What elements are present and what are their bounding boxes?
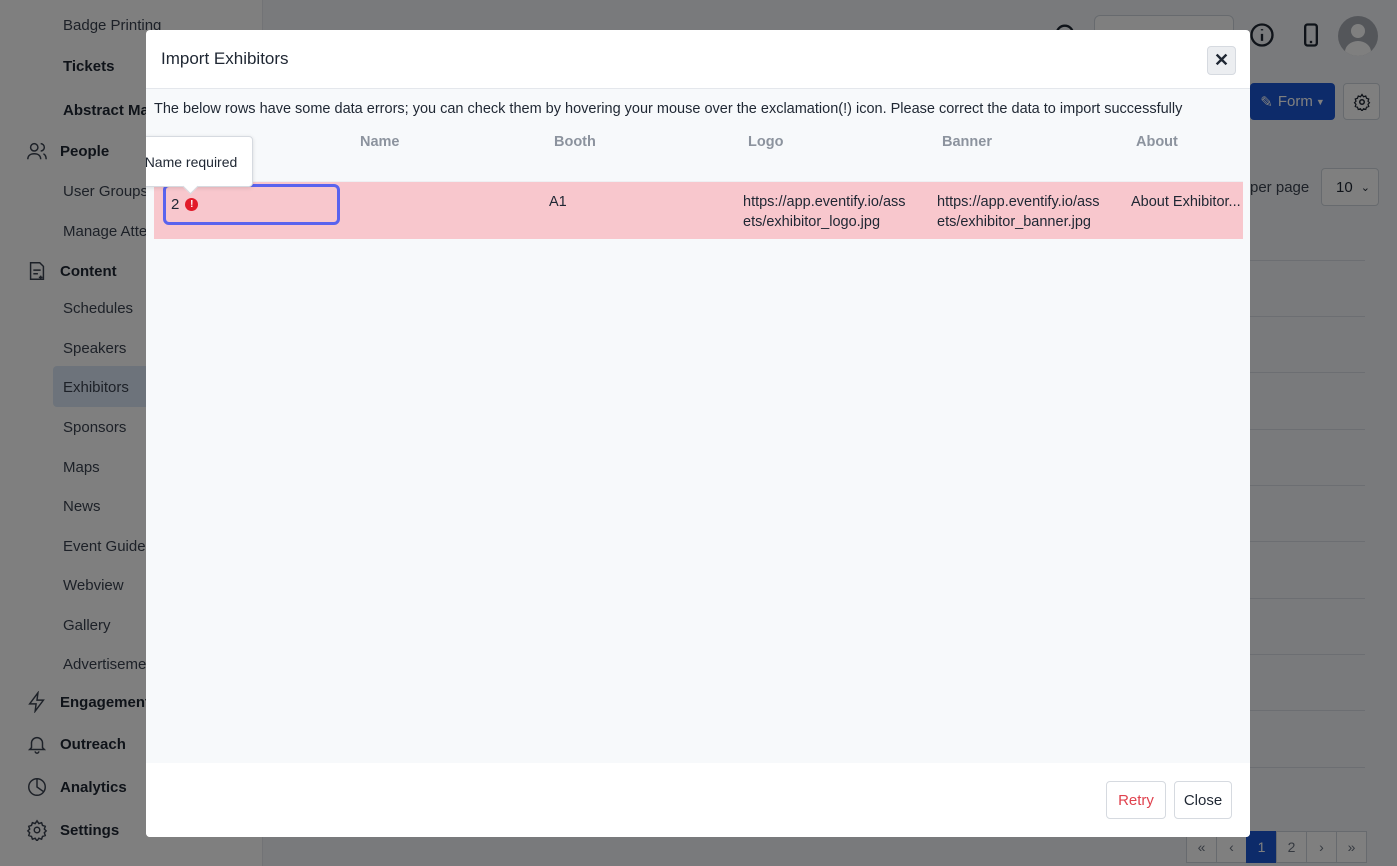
logo-cell: https://app.eventify.io/assets/exhibitor… xyxy=(743,194,906,230)
column-header-name: Name xyxy=(360,134,400,150)
retry-button[interactable]: Retry xyxy=(1106,781,1166,819)
booth-cell: A1 xyxy=(549,194,567,210)
column-header-about: About xyxy=(1136,134,1178,150)
error-message: The below rows have some data errors; yo… xyxy=(154,101,1183,117)
table-row: 2 ! A1 https://app.eventify.io/assets/ex… xyxy=(154,181,1243,239)
banner-cell: https://app.eventify.io/assets/exhibitor… xyxy=(937,194,1100,230)
close-button[interactable]: Close xyxy=(1174,781,1232,819)
modal-body: The below rows have some data errors; yo… xyxy=(146,89,1250,763)
column-header-logo: Logo xyxy=(748,134,784,150)
column-header-booth: Booth xyxy=(554,134,596,150)
modal-title: Import Exhibitors xyxy=(161,49,289,68)
row-number: 2 xyxy=(171,196,180,213)
modal-footer: Retry Close xyxy=(146,763,1250,837)
modal-header: Import Exhibitors ✕ xyxy=(146,30,1250,89)
column-header-banner: Banner xyxy=(942,134,992,150)
exclamation-icon[interactable]: ! xyxy=(185,198,199,211)
import-exhibitors-modal: Import Exhibitors ✕ The below rows have … xyxy=(146,30,1250,837)
error-tooltip: Name required xyxy=(146,136,253,187)
about-cell: About Exhibitor... xyxy=(1131,194,1241,210)
close-icon[interactable]: ✕ xyxy=(1207,46,1236,75)
